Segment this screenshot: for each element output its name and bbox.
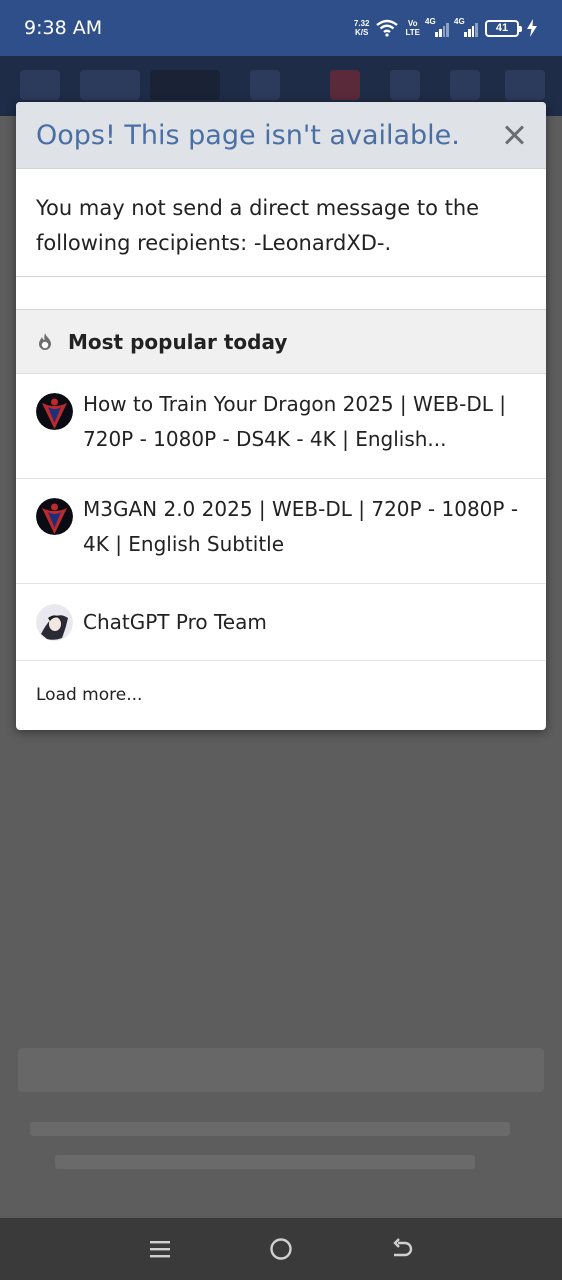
- home-icon[interactable]: [261, 1229, 301, 1269]
- close-icon[interactable]: [502, 123, 526, 147]
- spiderman-avatar: [36, 498, 73, 535]
- back-icon[interactable]: [382, 1229, 422, 1269]
- volte-bottom: LTE: [405, 28, 420, 37]
- signal-label: 4G: [425, 17, 436, 26]
- fire-icon: [39, 332, 51, 350]
- list-item-title: M3GAN 2.0 2025 | WEB-DL | 720P - 1080P -…: [83, 497, 519, 556]
- signal-icon: 4G: [425, 17, 449, 37]
- signal-icon: 4G: [454, 17, 478, 37]
- popular-header: Most popular today: [16, 310, 546, 374]
- load-more-link[interactable]: Load more...: [16, 661, 546, 729]
- spiderman-avatar: [36, 393, 73, 430]
- network-speed: 7.32 K/S: [354, 19, 370, 37]
- status-time: 9:38 AM: [24, 17, 103, 39]
- background-section: [18, 1048, 544, 1092]
- avatar: [36, 393, 73, 430]
- list-item[interactable]: ChatGPT Pro Team: [16, 584, 546, 661]
- list-item[interactable]: How to Train Your Dragon 2025 | WEB-DL |…: [16, 374, 546, 479]
- status-icons: 7.32 K/S Vo LTE 4G 4G 41: [354, 17, 538, 37]
- status-bar: 9:38 AM 7.32 K/S Vo LTE 4G 4G 41: [0, 0, 562, 56]
- charging-icon: [527, 19, 537, 37]
- network-speed-value: 7.32: [353, 19, 370, 28]
- error-dialog: Oops! This page isn't available. You may…: [16, 102, 546, 730]
- battery-icon: 41: [485, 19, 522, 37]
- anime-avatar: [36, 603, 73, 641]
- dialog-message: You may not send a direct message to the…: [16, 169, 546, 277]
- wifi-icon: [376, 19, 399, 37]
- list-item-title: ChatGPT Pro Team: [83, 609, 267, 634]
- volte-top: Vo: [407, 19, 418, 28]
- dialog-spacer: [16, 277, 546, 310]
- system-nav-bar: [0, 1218, 562, 1280]
- battery-level: 41: [495, 22, 509, 34]
- signal-label: 4G: [454, 17, 465, 26]
- background-text: [30, 1122, 510, 1136]
- menu-icon[interactable]: [140, 1229, 180, 1269]
- volte-indicator: Vo LTE: [405, 19, 420, 37]
- network-speed-unit: K/S: [355, 28, 369, 37]
- dialog-header: Oops! This page isn't available.: [16, 102, 546, 169]
- list-item[interactable]: M3GAN 2.0 2025 | WEB-DL | 720P - 1080P -…: [16, 479, 546, 584]
- popular-title: Most popular today: [68, 329, 288, 354]
- list-item-title: How to Train Your Dragon 2025 | WEB-DL |…: [83, 392, 507, 451]
- dialog-title: Oops! This page isn't available.: [36, 119, 460, 151]
- background-text: [55, 1155, 475, 1169]
- avatar: [36, 498, 73, 535]
- avatar: [36, 603, 73, 641]
